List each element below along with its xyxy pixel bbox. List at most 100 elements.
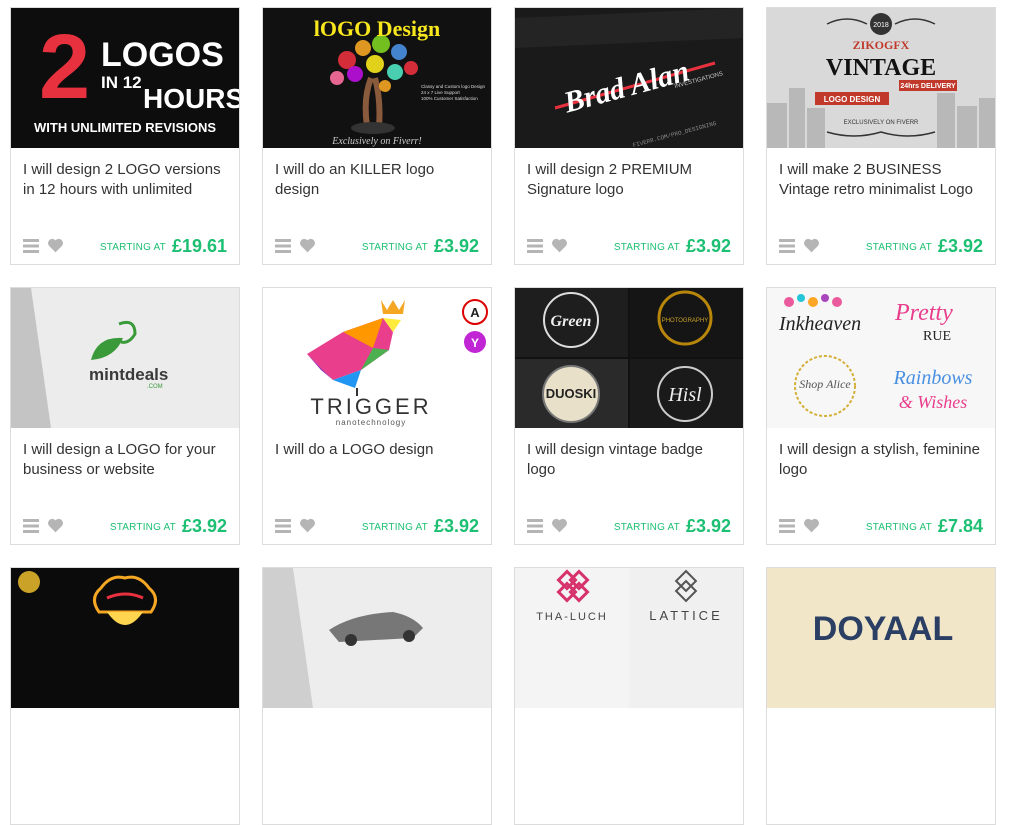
heart-icon[interactable] [551,238,568,253]
gig-footer: STARTING AT £7.84 [779,516,983,538]
svg-text:Y: Y [471,336,479,350]
collections-list-icon[interactable] [779,519,795,533]
gig-footer: STARTING AT £3.92 [527,516,731,538]
price-block[interactable]: STARTING AT £19.61 [100,236,227,257]
gig-footer: STARTING AT £3.92 [275,236,479,258]
collections-list-icon[interactable] [527,239,543,253]
gig-title[interactable]: I will design a LOGO for your business o… [23,440,228,480]
gig-card[interactable] [10,567,240,825]
gig-title[interactable]: I will design 2 PREMIUM Signature logo [527,160,732,200]
gig-footer: STARTING AT £3.92 [779,236,983,258]
gig-footer: STARTING AT £3.92 [23,516,227,538]
heart-icon[interactable] [299,518,316,533]
gig-title[interactable]: I will design vintage badge logo [527,440,732,480]
price-block[interactable]: STARTING AT £3.92 [362,516,479,537]
gig-title[interactable]: I will do a LOGO design [275,440,480,460]
gig-card[interactable]: mintdeals .COM I will design a LOGO for … [10,287,240,545]
starting-at-label: STARTING AT [613,522,680,533]
thumb-text: DUOSKI [546,386,597,401]
thumb-text: lOGO Design [314,16,441,41]
heart-icon[interactable] [551,518,568,533]
svg-text:A: A [470,305,480,320]
gig-footer: STARTING AT £19.61 [23,236,227,258]
gig-card[interactable]: 2018 ZIKOGFX VINTAGE LOGO DESIGN 24hrs D… [766,7,996,265]
thumb-text: Exclusively on Fiverr! [331,136,421,147]
gig-card[interactable]: THA-LUCH LATTICE [514,567,744,825]
gig-thumbnail[interactable]: mintdeals .COM [11,288,239,428]
collections-list-icon[interactable] [23,519,39,533]
gig-thumbnail[interactable] [263,568,491,708]
thumb-text: nanotechnology [336,418,407,427]
gig-thumbnail[interactable]: TRIGGER nanotechnology A Y [263,288,491,428]
price-block[interactable]: STARTING AT £3.92 [614,516,731,537]
price-block[interactable]: STARTING AT £3.92 [614,236,731,257]
thumb-text: DOYAAL [813,610,953,648]
gig-thumbnail[interactable]: Green PHOTOGRAPHY DUOSKI Hisl [515,288,743,428]
price-block[interactable]: STARTING AT £3.92 [110,516,227,537]
thumb-text: LOGO DESIGN [824,95,881,104]
gig-price: £3.92 [685,236,731,256]
collections-list-icon[interactable] [779,239,795,253]
heart-icon[interactable] [299,238,316,253]
thumb-text: Pretty [894,300,953,326]
thumb-text: EXCLUSIVELY ON FIVERR [844,120,919,126]
starting-at-label: STARTING AT [865,522,932,533]
gig-price: £7.84 [937,516,983,536]
starting-at-label: STARTING AT [613,242,680,253]
thumb-text: Shop Alice [799,377,851,391]
gig-card[interactable]: Inkheaven Pretty RUE Shop Alice Rainbows… [766,287,996,545]
thumb-text: mintdeals [89,365,168,384]
collections-list-icon[interactable] [23,239,39,253]
gig-thumbnail[interactable]: Brad Alan INVESTIGATIONS FIVERR.COM/PRO_… [515,8,743,148]
starting-at-label: STARTING AT [99,242,166,253]
gig-card[interactable]: lOGO Design Classy and Custom logo Desig… [262,7,492,265]
thumb-text: & Wishes [899,392,968,412]
gig-card[interactable] [262,567,492,825]
gig-thumbnail[interactable] [11,568,239,708]
gig-title[interactable]: I will make 2 BUSINESS Vintage retro min… [779,160,984,200]
thumb-text: IN 12 [101,73,142,92]
thumb-text: RUE [923,329,951,344]
gig-thumbnail[interactable]: 2 LOGOS IN 12 HOURS WITH UNLIMITED REVIS… [11,8,239,148]
gig-price: £3.92 [433,516,479,536]
price-block[interactable]: STARTING AT £3.92 [866,236,983,257]
heart-icon[interactable] [803,518,820,533]
gig-title[interactable]: I will design 2 LOGO versions in 12 hour… [23,160,228,200]
gig-card[interactable]: Brad Alan INVESTIGATIONS FIVERR.COM/PRO_… [514,7,744,265]
thumb-text: LOGOS [101,36,224,74]
starting-at-label: STARTING AT [361,242,428,253]
gig-thumbnail[interactable]: Inkheaven Pretty RUE Shop Alice Rainbows… [767,288,995,428]
gig-card[interactable]: DOYAAL [766,567,996,825]
gig-price: £3.92 [433,236,479,256]
gig-thumbnail[interactable]: lOGO Design Classy and Custom logo Desig… [263,8,491,148]
thumb-text: Classy and Custom logo Design [421,84,486,89]
gig-card[interactable]: TRIGGER nanotechnology A Y I will do a L… [262,287,492,545]
thumb-text: Inkheaven [778,313,861,335]
collections-list-icon[interactable] [527,519,543,533]
price-block[interactable]: STARTING AT £3.92 [362,236,479,257]
gig-title[interactable]: I will design a stylish, feminine logo [779,440,984,480]
heart-icon[interactable] [47,518,64,533]
heart-icon[interactable] [803,238,820,253]
price-block[interactable]: STARTING AT £7.84 [866,516,983,537]
gig-title[interactable]: I will do an KILLER logo design [275,160,480,200]
gig-footer: STARTING AT £3.92 [275,516,479,538]
gig-card[interactable]: Green PHOTOGRAPHY DUOSKI Hisl I will des… [514,287,744,545]
starting-at-label: STARTING AT [865,242,932,253]
gig-card[interactable]: 2 LOGOS IN 12 HOURS WITH UNLIMITED REVIS… [10,7,240,265]
collections-list-icon[interactable] [275,519,291,533]
thumb-text: ZIKOGFX [853,38,910,52]
gig-thumbnail[interactable]: THA-LUCH LATTICE [515,568,743,708]
thumb-text: Green [551,313,592,330]
gig-price: £3.92 [685,516,731,536]
gig-footer: STARTING AT £3.92 [527,236,731,258]
thumb-text: PHOTOGRAPHY [662,318,709,324]
thumb-text: VINTAGE [826,55,936,81]
collections-list-icon[interactable] [275,239,291,253]
thumb-text: .COM [147,384,163,390]
gig-thumbnail[interactable]: DOYAAL [767,568,995,708]
gig-thumbnail[interactable]: 2018 ZIKOGFX VINTAGE LOGO DESIGN 24hrs D… [767,8,995,148]
starting-at-label: STARTING AT [361,522,428,533]
thumb-text: Hisl [667,384,702,406]
heart-icon[interactable] [47,238,64,253]
